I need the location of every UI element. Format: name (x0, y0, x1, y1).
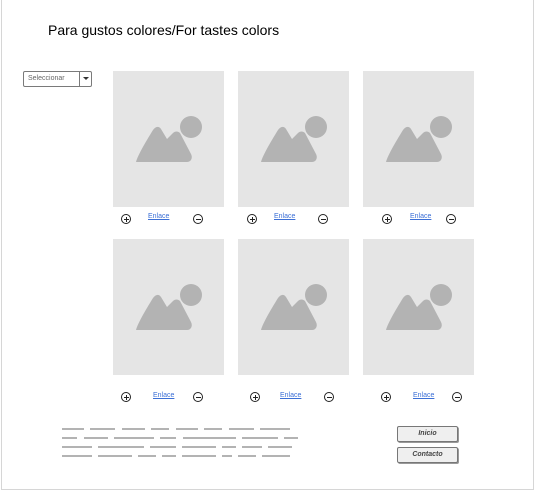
zoom-in-icon[interactable] (382, 214, 392, 224)
link-enlace-3[interactable]: Enlace (410, 213, 431, 220)
image-placeholder-icon (261, 284, 327, 330)
home-button[interactable]: Inicio (397, 426, 458, 442)
image-placeholder-icon (386, 116, 452, 162)
link-enlace-5[interactable]: Enlace (280, 392, 301, 399)
image-placeholder-icon (261, 116, 327, 162)
link-enlace-1[interactable]: Enlace (148, 213, 169, 220)
zoom-in-icon[interactable] (121, 392, 131, 402)
category-select[interactable]: Seleccionar (23, 71, 92, 87)
zoom-in-icon[interactable] (381, 392, 391, 402)
image-placeholder-icon (386, 284, 452, 330)
zoom-in-icon[interactable] (247, 214, 257, 224)
select-value: Seleccionar (28, 75, 65, 82)
link-enlace-6[interactable]: Enlace (413, 392, 434, 399)
image-placeholder-icon (136, 284, 202, 330)
zoom-out-icon[interactable] (193, 392, 203, 402)
image-placeholder-1[interactable] (113, 71, 224, 207)
zoom-out-icon[interactable] (193, 214, 203, 224)
zoom-out-icon[interactable] (318, 214, 328, 224)
zoom-out-icon[interactable] (452, 392, 462, 402)
contact-button[interactable]: Contacto (397, 447, 458, 463)
chevron-down-icon[interactable] (79, 72, 91, 86)
zoom-in-icon[interactable] (250, 392, 260, 402)
link-enlace-2[interactable]: Enlace (274, 213, 295, 220)
image-placeholder-3[interactable] (363, 71, 474, 207)
page-title: Para gustos colores/For tastes colors (48, 22, 280, 38)
image-placeholder-2[interactable] (238, 71, 349, 207)
zoom-in-icon[interactable] (121, 214, 131, 224)
link-enlace-4[interactable]: Enlace (153, 392, 174, 399)
zoom-out-icon[interactable] (324, 392, 334, 402)
image-placeholder-5[interactable] (238, 239, 349, 375)
image-placeholder-icon (136, 116, 202, 162)
zoom-out-icon[interactable] (446, 214, 456, 224)
image-placeholder-6[interactable] (363, 239, 474, 375)
image-placeholder-4[interactable] (113, 239, 224, 375)
